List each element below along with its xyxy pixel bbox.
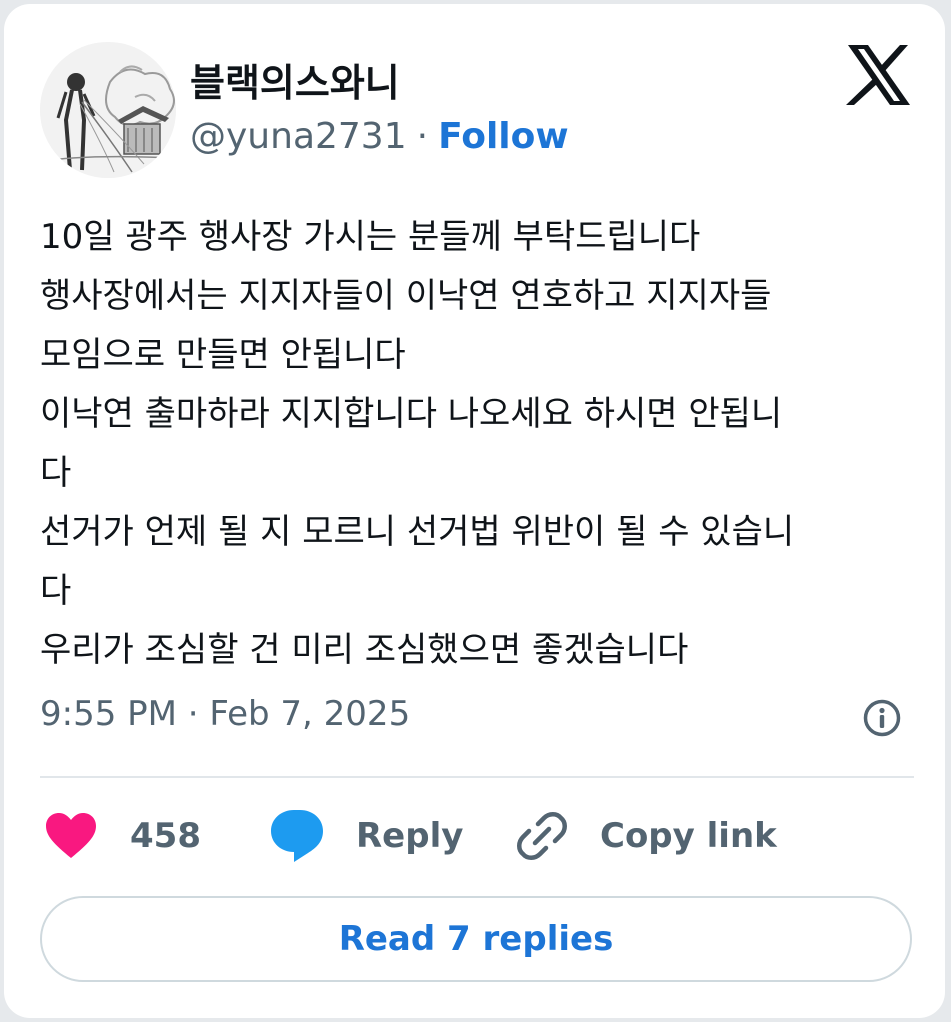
tweet-line: 모임으로 만들면 안됩니다 <box>40 335 406 375</box>
tweet-text: 10일 광주 행사장 가시는 분들께 부탁드립니다 행사장에서는 지지자들이 이… <box>40 208 910 680</box>
reply-button[interactable]: Reply <box>270 804 463 868</box>
tweet-line: 선거가 언제 될 지 모르니 선거법 위반이 될 수 있습니 <box>40 512 795 552</box>
like-button[interactable]: 458 <box>44 804 201 868</box>
timestamp[interactable]: 9:55 PM · Feb 7, 2025 <box>40 694 410 734</box>
tweet-line: 다 <box>40 571 72 611</box>
follow-button[interactable]: Follow <box>438 116 569 157</box>
read-replies-button[interactable]: Read 7 replies <box>40 896 912 982</box>
like-count: 458 <box>130 816 201 856</box>
link-icon <box>517 812 567 860</box>
reply-bubble-icon <box>271 810 323 862</box>
avatar[interactable] <box>40 42 176 178</box>
copy-link-button[interactable]: Copy link <box>516 804 777 868</box>
tweet-line: 우리가 조심할 건 미리 조심했으면 좋겠습니다 <box>40 630 689 670</box>
divider <box>40 776 914 778</box>
handle[interactable]: @yuna2731 <box>190 116 407 157</box>
tweet-line: 이낙연 출마하라 지지합니다 나오세요 하시면 안됩니 <box>40 394 783 434</box>
display-name[interactable]: 블랙의스와니 <box>190 52 400 107</box>
heart-icon <box>46 813 96 858</box>
copy-link-label: Copy link <box>600 816 777 856</box>
info-icon[interactable] <box>862 698 902 738</box>
separator-dot: · <box>416 116 429 157</box>
handle-row: @yuna2731 · Follow <box>190 116 569 157</box>
x-logo-icon[interactable] <box>846 44 912 106</box>
tweet-line: 10일 광주 행사장 가시는 분들께 부탁드립니다 <box>40 217 701 257</box>
tweet-line: 행사장에서는 지지자들이 이낙연 연호하고 지지자들 <box>40 276 772 316</box>
reply-label: Reply <box>356 816 464 856</box>
tweet-card: 블랙의스와니 @yuna2731 · Follow 10일 광주 행사장 가시는 분… <box>4 4 945 1018</box>
tweet-line: 다 <box>40 453 72 493</box>
